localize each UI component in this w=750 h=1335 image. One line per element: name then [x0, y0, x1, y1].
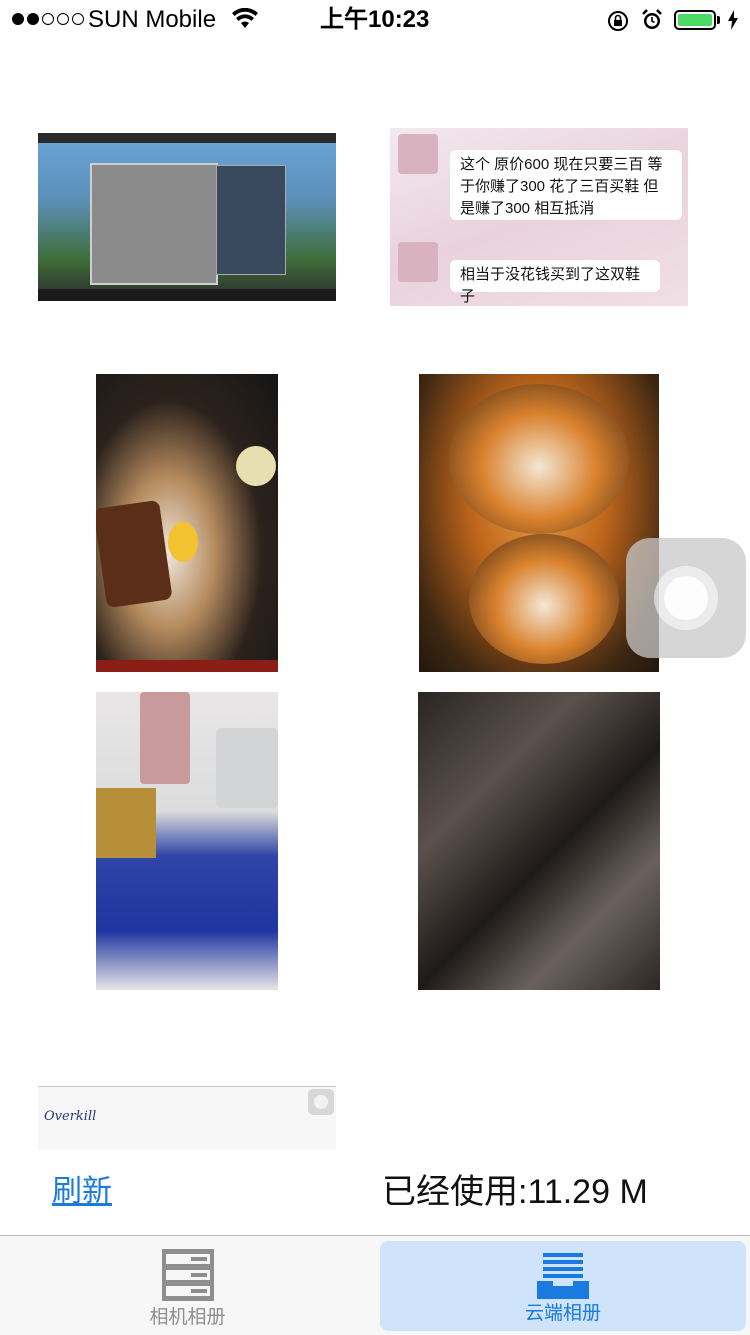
- tab-camera-album[interactable]: 相机相册: [0, 1236, 375, 1335]
- wifi-icon: [232, 7, 258, 35]
- status-bar: SUN Mobile 上午10:23: [0, 0, 750, 40]
- alarm-icon: [640, 8, 664, 37]
- assistive-touch-icon: [654, 566, 718, 630]
- photo-minecraft-screen[interactable]: [38, 133, 336, 301]
- rotation-lock-icon: [606, 9, 630, 38]
- tab-bar: 相机相册 云端相册: [0, 1235, 750, 1335]
- overkill-logo-text: Overkill: [44, 1109, 97, 1124]
- battery-cap: [717, 16, 720, 24]
- carrier-name: SUN Mobile: [88, 6, 217, 33]
- photo-tigers[interactable]: [419, 374, 659, 672]
- tab-label: 云端相册: [524, 1303, 601, 1324]
- chat-bubble: 这个 原价600 现在只要三百 等于你赚了300 花了三百买鞋 但是赚了300 …: [450, 150, 682, 220]
- photo-eel-rice-bowl[interactable]: [96, 374, 278, 672]
- chat-bubble: 相当于没花钱买到了这双鞋子: [450, 260, 660, 305]
- photo-overkill-logo[interactable]: Overkill: [38, 1086, 336, 1150]
- assistive-touch-button[interactable]: [626, 538, 746, 658]
- assistive-touch-thumb-icon: [308, 1089, 334, 1115]
- photo-chat-screenshot[interactable]: 这个 原价600 现在只要三百 等于你赚了300 花了三百买鞋 但是赚了300 …: [390, 128, 688, 306]
- photo-oreo-snacks[interactable]: [96, 692, 278, 990]
- server-stack-icon: [161, 1248, 215, 1307]
- avatar: [398, 242, 438, 282]
- photo-plastic-wrap[interactable]: [418, 692, 660, 990]
- charging-icon: [727, 10, 739, 35]
- tab-cloud-album[interactable]: 云端相册: [380, 1241, 746, 1331]
- battery-icon: [674, 10, 716, 30]
- avatar: [398, 134, 438, 174]
- storage-usage-label: 已经使用:11.29 M: [382, 1173, 648, 1211]
- cloud-inbox-icon: [537, 1253, 589, 1304]
- clock: 上午10:23: [320, 6, 430, 33]
- tab-label: 相机相册: [149, 1307, 226, 1328]
- refresh-link[interactable]: 刷新: [52, 1166, 112, 1210]
- signal-strength-icon: [12, 13, 84, 25]
